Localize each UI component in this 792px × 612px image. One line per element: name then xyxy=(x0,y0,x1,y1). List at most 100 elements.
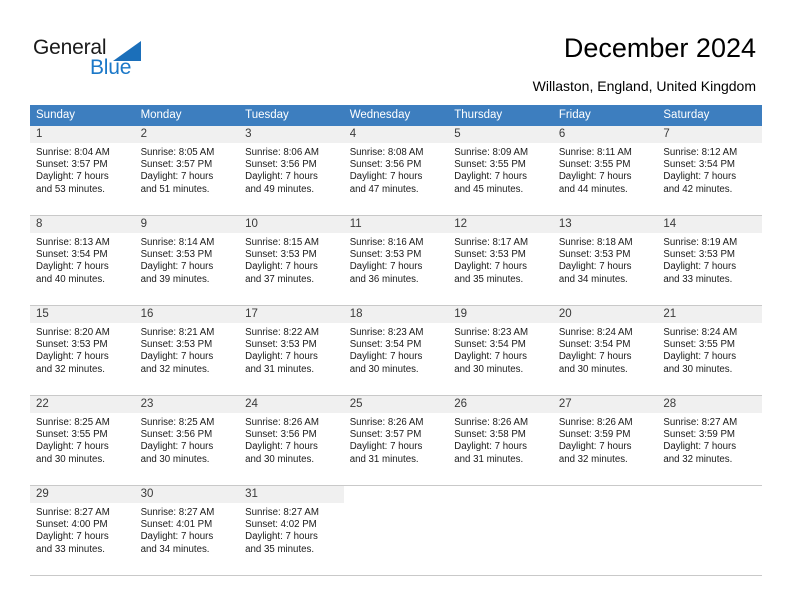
calendar-day-cell[interactable]: 15 Sunrise: 8:20 AM Sunset: 3:53 PM Dayligh… xyxy=(30,306,135,395)
day-number: 14 xyxy=(657,216,762,233)
day-sun-info: Sunrise: 8:06 AM Sunset: 3:56 PM Daylight:… xyxy=(239,143,344,196)
day-daylight-line2-text: and 30 minutes. xyxy=(558,363,628,375)
day-number xyxy=(448,486,553,503)
day-daylight-line1-text: Daylight: 7 hours xyxy=(454,261,527,273)
day-number: 23 xyxy=(134,396,240,413)
day-sunset-text: Sunset: 3:55 PM xyxy=(663,339,735,351)
calendar-day-cell[interactable]: 8 Sunrise: 8:13 AM Sunset: 3:54 PM Daylight… xyxy=(30,216,135,305)
calendar-day-cell[interactable]: 17 Sunrise: 8:22 AM Sunset: 3:53 PM Dayligh… xyxy=(239,306,344,395)
weekday-monday: Monday xyxy=(140,109,182,121)
calendar-day-cell[interactable]: 10 Sunrise: 8:15 AM Sunset: 3:53 PM Dayligh… xyxy=(239,216,344,305)
day-sun-info: Sunrise: 8:12 AM Sunset: 3:54 PM Daylight:… xyxy=(657,143,762,196)
general-blue-logo[interactable]: General Blue xyxy=(33,36,183,84)
page-title: December 2024 xyxy=(563,33,756,63)
day-daylight-line2-text: and 51 minutes. xyxy=(140,183,210,195)
calendar-day-cell[interactable]: 28 Sunrise: 8:27 AM Sunset: 3:59 PM Dayligh… xyxy=(657,396,762,485)
calendar-day-cell[interactable]: 1 Sunrise: 8:04 AM Sunset: 3:57 PM Daylight… xyxy=(30,126,135,215)
calendar-day-cell-empty xyxy=(657,486,762,575)
day-sunset-text: Sunset: 3:57 PM xyxy=(140,159,213,171)
day-sunset-text: Sunset: 3:58 PM xyxy=(454,429,526,441)
day-daylight-line2-text: and 44 minutes. xyxy=(558,183,628,195)
day-daylight-line1-text: Daylight: 7 hours xyxy=(558,171,632,183)
calendar-day-cell[interactable]: 12 Sunrise: 8:17 AM Sunset: 3:53 PM Dayligh… xyxy=(448,216,553,305)
calendar-day-cell[interactable]: 11 Sunrise: 8:16 AM Sunset: 3:53 PM Dayligh… xyxy=(343,216,449,305)
day-daylight-line1-text: Daylight: 7 hours xyxy=(558,351,632,363)
day-sunrise-text: Sunrise: 8:27 AM xyxy=(140,507,215,518)
calendar-day-cell[interactable]: 14 Sunrise: 8:19 AM Sunset: 3:53 PM Dayligh… xyxy=(657,216,762,305)
day-number: 30 xyxy=(134,486,240,503)
calendar-day-cell[interactable]: 26 Sunrise: 8:26 AM Sunset: 3:58 PM Dayligh… xyxy=(448,396,553,485)
day-sunrise-text: Sunrise: 8:26 AM xyxy=(245,417,319,428)
calendar-day-cell[interactable]: 25 Sunrise: 8:26 AM Sunset: 3:57 PM Dayligh… xyxy=(343,396,449,485)
day-sunset-text: Sunset: 3:56 PM xyxy=(349,159,422,171)
calendar-day-cell[interactable]: 4 Sunrise: 8:08 AM Sunset: 3:56 PM Daylight… xyxy=(343,126,449,215)
day-daylight-line2-text: and 34 minutes. xyxy=(558,273,628,285)
day-sunrise-text: Sunrise: 8:26 AM xyxy=(558,417,633,428)
calendar-day-cell[interactable]: 13 Sunrise: 8:18 AM Sunset: 3:53 PM Dayligh… xyxy=(552,216,658,305)
day-sun-info: Sunrise: 8:20 AM Sunset: 3:53 PM Daylight:… xyxy=(30,323,135,376)
day-daylight-line1-text: Daylight: 7 hours xyxy=(245,171,318,183)
day-sunset-text: Sunset: 3:57 PM xyxy=(349,429,422,441)
day-number: 13 xyxy=(552,216,658,233)
day-sunrise-text: Sunrise: 8:11 AM xyxy=(558,147,632,158)
calendar-day-cell[interactable]: 7 Sunrise: 8:12 AM Sunset: 3:54 PM Daylight… xyxy=(657,126,762,215)
day-daylight-line2-text: and 30 minutes. xyxy=(245,453,315,465)
calendar-day-cell[interactable]: 5 Sunrise: 8:09 AM Sunset: 3:55 PM Daylight… xyxy=(448,126,553,215)
day-number xyxy=(552,486,658,503)
calendar-day-cell[interactable]: 27 Sunrise: 8:26 AM Sunset: 3:59 PM Dayligh… xyxy=(552,396,658,485)
day-sunset-text: Sunset: 3:55 PM xyxy=(454,159,526,171)
day-daylight-line1-text: Daylight: 7 hours xyxy=(663,261,737,273)
calendar-day-cell[interactable]: 18 Sunrise: 8:23 AM Sunset: 3:54 PM Dayligh… xyxy=(343,306,449,395)
day-sunrise-text: Sunrise: 8:27 AM xyxy=(663,417,738,428)
calendar-day-cell[interactable]: 20 Sunrise: 8:24 AM Sunset: 3:54 PM Dayligh… xyxy=(552,306,658,395)
day-sun-info: Sunrise: 8:27 AM Sunset: 4:02 PM Daylight:… xyxy=(239,503,344,556)
day-sunrise-text: Sunrise: 8:18 AM xyxy=(558,237,633,248)
day-sunset-text: Sunset: 3:54 PM xyxy=(349,339,422,351)
day-sunset-text: Sunset: 3:55 PM xyxy=(36,429,108,441)
calendar-day-cell-empty xyxy=(552,486,658,575)
day-sunset-text: Sunset: 3:53 PM xyxy=(663,249,735,261)
calendar-day-cell[interactable]: 21 Sunrise: 8:24 AM Sunset: 3:55 PM Dayligh… xyxy=(657,306,762,395)
day-number: 17 xyxy=(239,306,344,323)
calendar-day-cell[interactable]: 6 Sunrise: 8:11 AM Sunset: 3:55 PM Daylight… xyxy=(552,126,658,215)
calendar-day-cell[interactable]: 31 Sunrise: 8:27 AM Sunset: 4:02 PM Dayligh… xyxy=(239,486,344,575)
day-number: 24 xyxy=(239,396,344,413)
calendar-day-cell[interactable]: 2 Sunrise: 8:05 AM Sunset: 3:57 PM Daylight… xyxy=(134,126,240,215)
day-number: 20 xyxy=(552,306,658,323)
calendar-day-cell[interactable]: 3 Sunrise: 8:06 AM Sunset: 3:56 PM Daylight… xyxy=(239,126,344,215)
day-daylight-line2-text: and 30 minutes. xyxy=(140,453,210,465)
calendar-day-cell[interactable]: 9 Sunrise: 8:14 AM Sunset: 3:53 PM Daylight… xyxy=(134,216,240,305)
day-sunset-text: Sunset: 3:53 PM xyxy=(140,339,213,351)
day-sunset-text: Sunset: 3:53 PM xyxy=(349,249,422,261)
day-number: 11 xyxy=(343,216,449,233)
day-sunrise-text: Sunrise: 8:21 AM xyxy=(140,327,215,338)
day-sunrise-text: Sunrise: 8:15 AM xyxy=(245,237,319,248)
calendar-day-cell[interactable]: 16 Sunrise: 8:21 AM Sunset: 3:53 PM Dayligh… xyxy=(134,306,240,395)
day-daylight-line2-text: and 36 minutes. xyxy=(349,273,419,285)
calendar-day-cell[interactable]: 30 Sunrise: 8:27 AM Sunset: 4:01 PM Dayligh… xyxy=(134,486,240,575)
day-daylight-line2-text: and 32 minutes. xyxy=(36,363,105,375)
weekday-header-row: Sunday Monday Tuesday Wednesday Thursday… xyxy=(30,105,762,126)
day-daylight-line1-text: Daylight: 7 hours xyxy=(663,351,737,363)
calendar-day-cell[interactable]: 23 Sunrise: 8:25 AM Sunset: 3:56 PM Dayligh… xyxy=(134,396,240,485)
day-number: 31 xyxy=(239,486,344,503)
day-number: 19 xyxy=(448,306,553,323)
calendar-day-cell[interactable]: 22 Sunrise: 8:25 AM Sunset: 3:55 PM Dayligh… xyxy=(30,396,135,485)
day-number: 26 xyxy=(448,396,553,413)
day-sun-info: Sunrise: 8:21 AM Sunset: 3:53 PM Daylight:… xyxy=(135,323,240,376)
logo-text-blue: Blue xyxy=(90,56,132,79)
calendar-day-cell[interactable]: 19 Sunrise: 8:23 AM Sunset: 3:54 PM Dayligh… xyxy=(448,306,553,395)
day-daylight-line1-text: Daylight: 7 hours xyxy=(140,531,214,543)
calendar-day-cell[interactable]: 24 Sunrise: 8:26 AM Sunset: 3:56 PM Dayligh… xyxy=(239,396,344,485)
day-sunset-text: Sunset: 3:53 PM xyxy=(558,249,631,261)
day-daylight-line2-text: and 42 minutes. xyxy=(663,183,733,195)
day-sunset-text: Sunset: 3:54 PM xyxy=(558,339,631,351)
calendar-day-cell[interactable]: 29 Sunrise: 8:27 AM Sunset: 4:00 PM Dayligh… xyxy=(30,486,135,575)
day-sun-info: Sunrise: 8:11 AM Sunset: 3:55 PM Daylight:… xyxy=(553,143,658,196)
weekday-wednesday: Wednesday xyxy=(349,109,411,121)
day-daylight-line2-text: and 33 minutes. xyxy=(36,543,105,555)
day-daylight-line1-text: Daylight: 7 hours xyxy=(36,531,109,543)
day-daylight-line1-text: Daylight: 7 hours xyxy=(349,351,423,363)
day-daylight-line1-text: Daylight: 7 hours xyxy=(663,441,737,453)
day-daylight-line2-text: and 45 minutes. xyxy=(454,183,524,195)
